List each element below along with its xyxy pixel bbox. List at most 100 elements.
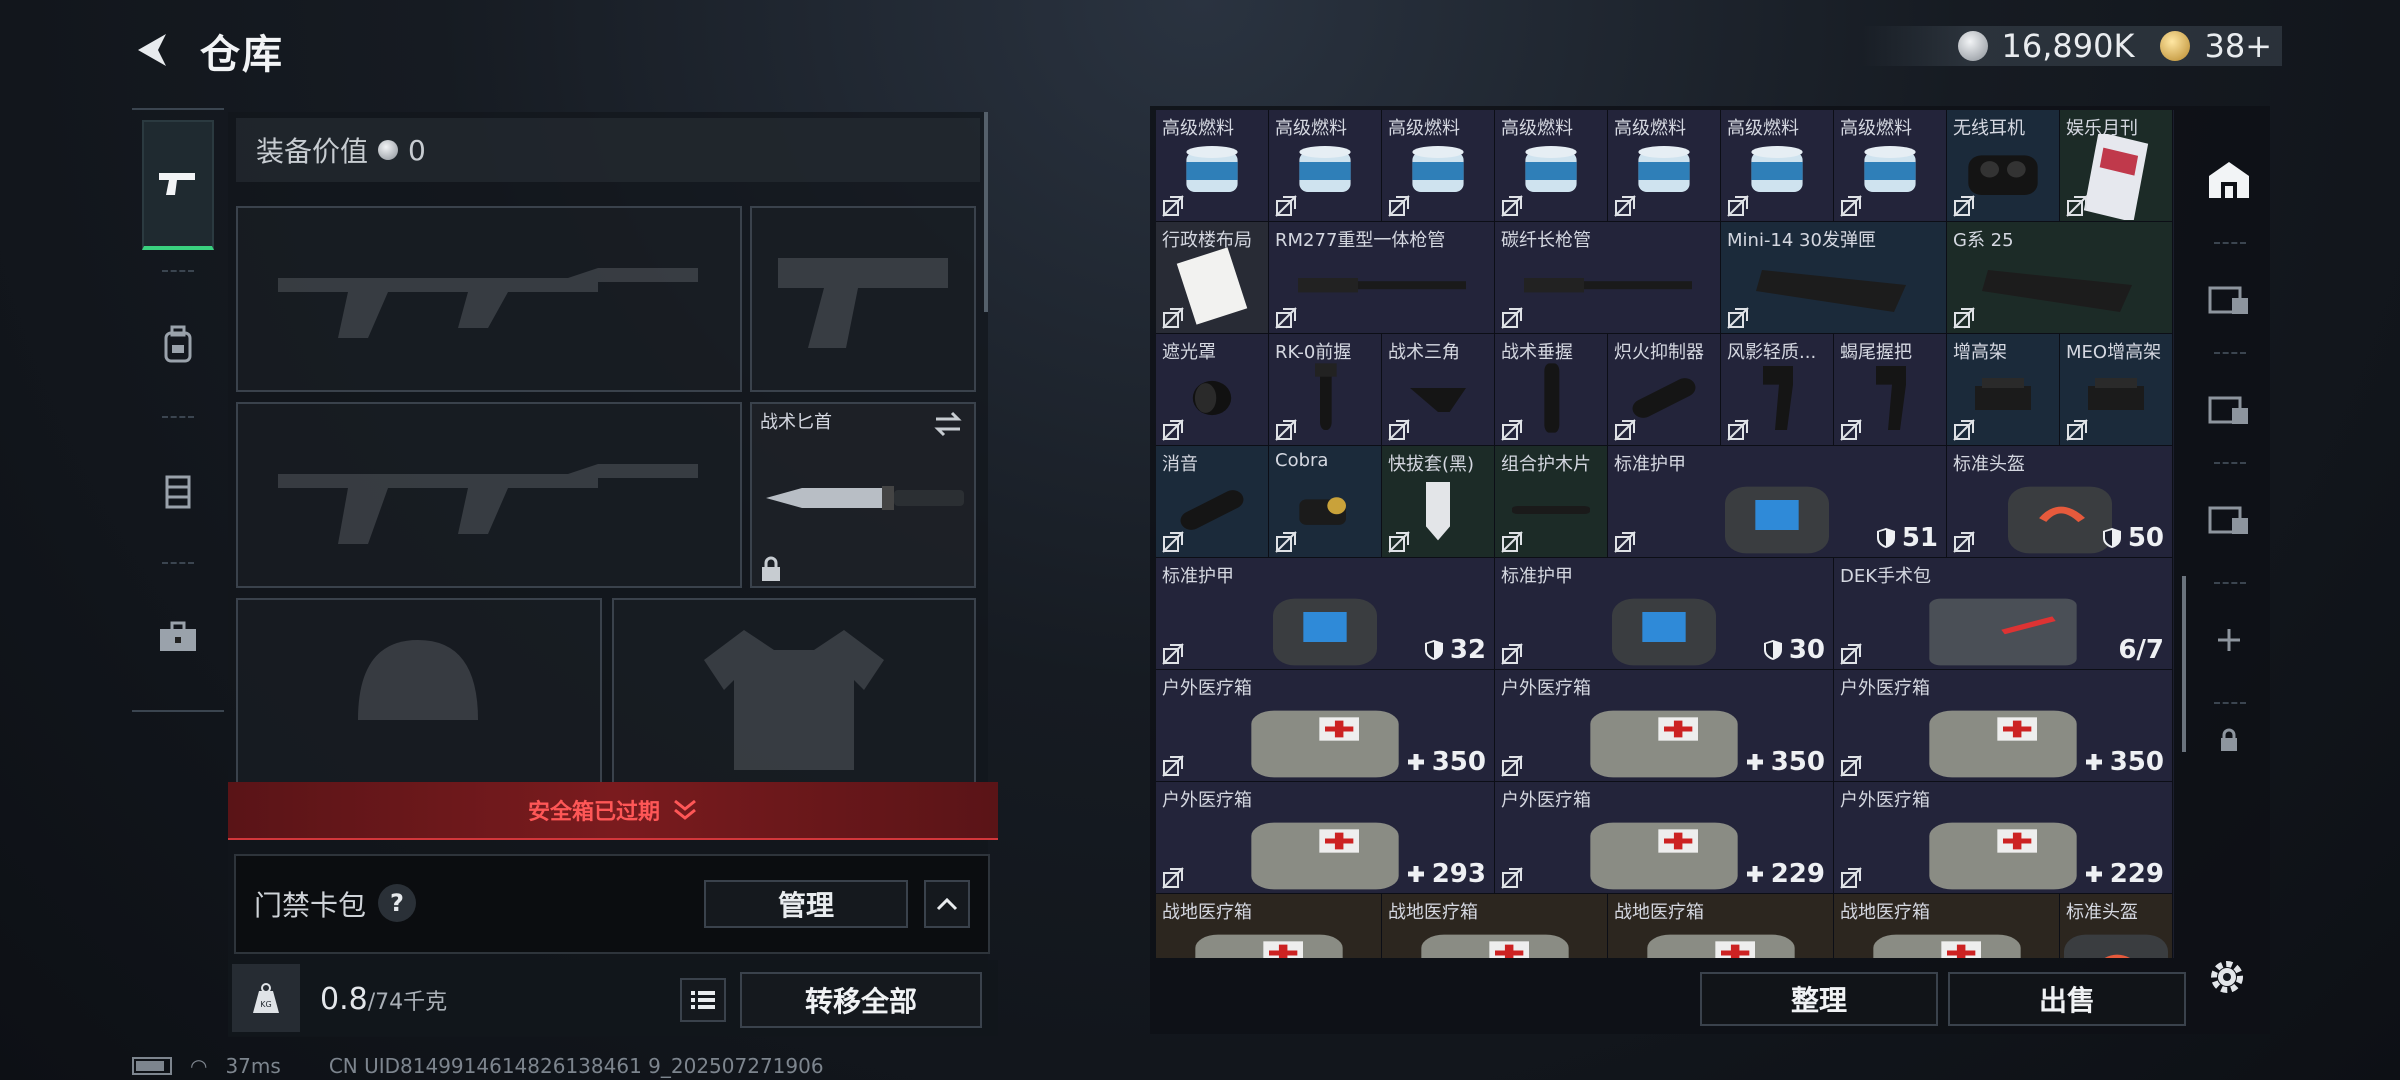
stash-item[interactable]: 消音 <box>1156 446 1269 558</box>
briefcase-icon <box>160 621 196 651</box>
stash-item-stat: 30 <box>1763 635 1825 665</box>
stash-item-stat-value: 32 <box>1449 635 1486 665</box>
locked-stash-page[interactable] <box>2194 692 2264 788</box>
stash-item[interactable]: 增高架 <box>1947 334 2060 446</box>
stash-item[interactable]: 蝎尾握把 <box>1834 334 1947 446</box>
stash-item[interactable]: 高级燃料 <box>1495 110 1608 222</box>
stash-item[interactable]: 户外医疗箱 350 <box>1834 670 2173 782</box>
gear-icon[interactable] <box>2206 956 2248 998</box>
equipment-scrollbar[interactable] <box>984 112 988 312</box>
sell-button[interactable]: 出售 <box>1948 972 2186 1026</box>
swap-icon[interactable] <box>932 410 964 438</box>
stash-item-stat-value: 30 <box>1788 635 1825 665</box>
unlinked-icon <box>1275 531 1297 553</box>
manage-button[interactable]: 管理 <box>704 880 908 928</box>
medkit-icon <box>1251 822 1399 890</box>
tab-case[interactable] <box>142 572 214 702</box>
stash-item[interactable]: 高级燃料 <box>1608 110 1721 222</box>
stash-item[interactable]: 炽火抑制器 <box>1608 334 1721 446</box>
tab-weapons[interactable] <box>142 120 214 250</box>
list-view-button[interactable] <box>680 978 726 1022</box>
unlinked-icon <box>2066 419 2088 441</box>
stash-item[interactable]: 标准护甲 51 <box>1608 446 1947 558</box>
stash-item-stat: 50 <box>2102 523 2164 553</box>
help-icon[interactable]: ? <box>378 884 416 922</box>
stash-item[interactable]: Cobra <box>1269 446 1382 558</box>
stash-item[interactable]: 战地医疗箱 <box>1608 894 1834 958</box>
stash-item[interactable]: 快拔套(黑) <box>1382 446 1495 558</box>
stash-item-name: 户外医疗箱 <box>1162 678 1252 699</box>
weight-max: /74千克 <box>367 990 448 1015</box>
stash-item[interactable]: 高级燃料 <box>1156 110 1269 222</box>
weight-kg-icon: KG <box>253 983 279 1013</box>
stash-item[interactable]: 娱乐月刊 <box>2060 110 2173 222</box>
collapse-button[interactable] <box>924 880 970 928</box>
stash-item[interactable]: RM277重型一体枪管 <box>1269 222 1495 334</box>
stash-item[interactable]: 高级燃料 <box>1721 110 1834 222</box>
unlinked-icon <box>1162 643 1184 665</box>
stash-item[interactable]: 标准头盔 <box>2060 894 2173 958</box>
stash-page-main[interactable] <box>2194 132 2264 228</box>
barrel-icon <box>1297 278 1466 293</box>
stash-item[interactable]: 标准护甲 30 <box>1495 558 1834 670</box>
stash-item[interactable]: 户外医疗箱 350 <box>1156 670 1495 782</box>
stash-item[interactable]: 标准护甲 32 <box>1156 558 1495 670</box>
stash-item[interactable]: 高级燃料 <box>1834 110 1947 222</box>
sort-button[interactable]: 整理 <box>1700 972 1938 1026</box>
stash-item[interactable]: 高级燃料 <box>1382 110 1495 222</box>
stash-item[interactable]: 行政楼布局 <box>1156 222 1269 334</box>
back-arrow-icon[interactable] <box>130 28 174 72</box>
stash-item[interactable]: 战地医疗箱 <box>1834 894 2060 958</box>
stash-item[interactable]: 户外医疗箱 229 <box>1834 782 2173 894</box>
stash-item[interactable]: RK-0前握 <box>1269 334 1382 446</box>
stash-item[interactable]: 战地医疗箱 <box>1382 894 1608 958</box>
medkit-icon <box>1929 822 2077 890</box>
stash-item[interactable]: 战术垂握 <box>1495 334 1608 446</box>
stash-item[interactable]: G系 25 <box>1947 222 2173 334</box>
unlinked-icon <box>1162 531 1184 553</box>
stash-item-name: 高级燃料 <box>1614 118 1686 139</box>
scope-shade-icon <box>1192 380 1232 416</box>
stash-item[interactable]: 户外医疗箱 350 <box>1495 670 1834 782</box>
stash-page-4[interactable] <box>2194 472 2264 568</box>
helmet-slot[interactable] <box>236 598 602 784</box>
stash-item[interactable]: 无线耳机 <box>1947 110 2060 222</box>
equipment-value-bar: 装备价值 0 <box>236 118 980 182</box>
stash-item[interactable]: 碳纤长枪管 <box>1495 222 1721 334</box>
stash-item-name: 高级燃料 <box>1388 118 1460 139</box>
stash-scrollbar[interactable] <box>2182 576 2186 752</box>
stash-item[interactable]: MEO增高架 <box>2060 334 2173 446</box>
fuel-can-icon <box>1299 146 1351 192</box>
stash-item[interactable]: 风影轻质... <box>1721 334 1834 446</box>
stash-item[interactable]: 户外医疗箱 293 <box>1156 782 1495 894</box>
add-stash-page-button[interactable] <box>2194 592 2264 688</box>
tab-backpack-gear[interactable] <box>142 280 214 410</box>
medkit-icon <box>1251 710 1399 778</box>
tab-rig[interactable] <box>142 426 214 556</box>
stash-page-2[interactable] <box>2194 252 2264 348</box>
primary-weapon-slot[interactable] <box>236 206 742 392</box>
gold-amount[interactable]: 38+ <box>2204 27 2272 65</box>
knife-slot[interactable]: 战术匕首 <box>750 402 976 588</box>
unlinked-icon <box>2066 195 2088 217</box>
body-armor-slot[interactable] <box>612 598 976 784</box>
pistol-slot[interactable] <box>750 206 976 392</box>
stash-page-3[interactable] <box>2194 362 2264 458</box>
stash-item[interactable]: 高级燃料 <box>1269 110 1382 222</box>
stash-item[interactable]: 战术三角 <box>1382 334 1495 446</box>
stash-item[interactable]: Mini-14 30发弹匣 <box>1721 222 1947 334</box>
secondary-weapon-slot[interactable] <box>236 402 742 588</box>
stash-item-stat-value: 51 <box>1901 523 1938 553</box>
safebox-expired-bar[interactable]: 安全箱已过期 <box>228 782 998 840</box>
unlinked-icon <box>1501 531 1523 553</box>
stash-item[interactable]: 标准头盔 50 <box>1947 446 2173 558</box>
stash-item[interactable]: DEK手术包 6/7 <box>1834 558 2173 670</box>
stash-item[interactable]: 战地医疗箱 <box>1156 894 1382 958</box>
stash-item-name: 碳纤长枪管 <box>1501 230 1591 251</box>
stash-item[interactable]: 组合护木片 <box>1495 446 1608 558</box>
transfer-all-button[interactable]: 转移全部 <box>740 972 982 1028</box>
stash-item[interactable]: 户外医疗箱 229 <box>1495 782 1834 894</box>
stash-item[interactable]: 遮光罩 <box>1156 334 1269 446</box>
helmet-silhouette-icon <box>358 640 478 720</box>
uid-readout: CN UID8149914614826138461 9_202507271906 <box>328 1054 824 1078</box>
